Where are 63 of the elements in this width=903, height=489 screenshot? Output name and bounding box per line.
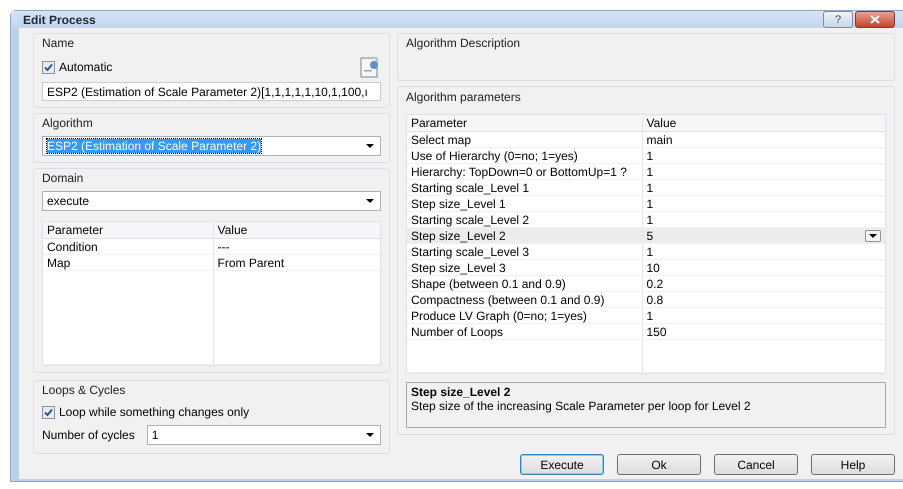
checkbox[interactable] [42, 406, 55, 418]
table-cell: Starting scale_Level 1 [407, 180, 642, 196]
table-cell: Starting scale_Level 3 [407, 244, 642, 260]
field-label: Number of cycles [42, 428, 135, 442]
help-text: Step size of the increasing Scale Parameter per loop for Level 2 [411, 399, 752, 413]
table-cell: 1 [646, 148, 654, 162]
dialog-button[interactable]: Execute [520, 454, 604, 475]
table-cell: Compactness (between 0.1 and 0.9) [407, 292, 642, 308]
group-title: Algorithm parameters [406, 90, 522, 106]
table-cell: 0.8 [646, 292, 664, 306]
table-cell: 1 [646, 196, 654, 210]
table-cell: Select map [407, 132, 642, 148]
table-cell: Produce LV Graph (0=no; 1=yes) [407, 308, 642, 324]
group-title: Name [42, 36, 76, 52]
dropdown-button[interactable] [865, 230, 881, 242]
table-cell: 10 [646, 260, 660, 274]
column-header: Parameter [407, 115, 642, 132]
close-button[interactable] [855, 11, 895, 28]
group-title: Loops & Cycles [42, 383, 126, 399]
domain-dropdown[interactable]: execute [42, 191, 381, 211]
table-cell: Map [43, 254, 213, 270]
table-cell: Use of Hierarchy (0=no; 1=yes) [407, 148, 642, 164]
caret-icon [869, 234, 877, 238]
help-title: Step size_Level 2 [411, 385, 512, 399]
dialog-button[interactable]: Ok [617, 454, 701, 475]
table-cell: 1 [646, 180, 654, 194]
edit-icon[interactable] [359, 56, 381, 78]
column-header: Parameter [43, 222, 213, 238]
group-title: Domain [42, 171, 84, 187]
group-title: Algorithm Description [406, 36, 522, 52]
window-title: Edit Process [23, 12, 97, 26]
cycles-dropdown[interactable]: 1 [146, 425, 381, 445]
checkbox-label: Automatic [59, 60, 112, 74]
dialog-button[interactable]: Help [811, 454, 895, 475]
column-header: Value [213, 222, 380, 238]
table-cell: Number of Loops [407, 324, 642, 340]
caret-icon [366, 433, 374, 437]
checkbox[interactable] [42, 60, 55, 74]
table-cell: 1 [646, 164, 654, 178]
table-cell: --- [213, 238, 380, 254]
table-cell: Hierarchy: TopDown=0 or BottomUp=1 ? [407, 164, 642, 180]
table-cell: 1 [646, 308, 654, 322]
table-cell: Step size_Level 1 [407, 196, 642, 212]
table-cell: 150 [646, 324, 667, 338]
table-cell: Step size_Level 2 [407, 228, 642, 244]
caret-icon [366, 199, 374, 203]
column-header: Value [642, 115, 885, 132]
close-icon [870, 15, 880, 24]
table-cell: 1 [646, 244, 654, 258]
dialog-button[interactable]: Cancel [714, 454, 798, 475]
table-cell: 0.2 [646, 276, 664, 290]
table-cell: Condition [43, 238, 213, 254]
caret-icon [366, 144, 374, 148]
table-cell: main [646, 132, 673, 146]
table-cell: From Parent [213, 254, 380, 270]
name-field[interactable]: ESP2 (Estimation of Scale Parameter 2)[1,1,1,1,1,10,1,100,ı [42, 82, 381, 101]
help-button[interactable]: ? [823, 11, 853, 28]
group-title: Algorithm [42, 116, 94, 132]
table-cell: 1 [646, 212, 654, 226]
table-cell: Shape (between 0.1 and 0.9) [407, 276, 642, 292]
checkbox-label: Loop while something changes only [59, 405, 250, 419]
table-cell: 5 [646, 228, 654, 242]
table-cell: Step size_Level 3 [407, 260, 642, 276]
